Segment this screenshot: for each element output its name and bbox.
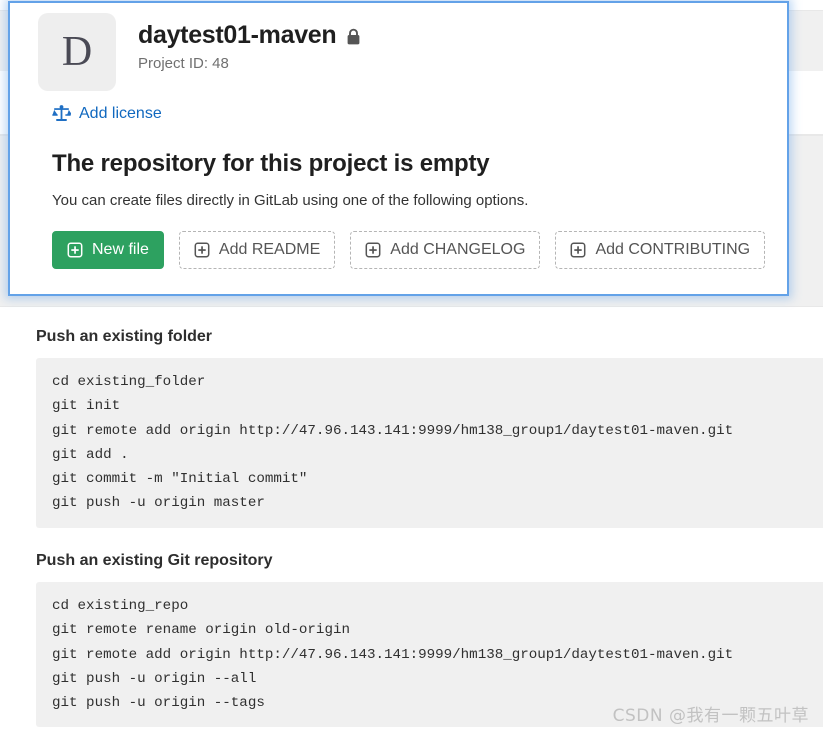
section-push-existing-folder: Push an existing folder cd existing_fold… — [0, 328, 823, 528]
page-title: daytest01-maven — [138, 21, 336, 50]
avatar: D — [38, 13, 116, 91]
add-changelog-button[interactable]: Add CHANGELOG — [350, 231, 540, 269]
empty-state-heading: The repository for this project is empty — [52, 150, 787, 178]
empty-repository-block: The repository for this project is empty… — [10, 123, 787, 269]
lock-icon — [346, 25, 361, 46]
empty-state-actions: New file Add README — [52, 231, 787, 269]
add-license-row[interactable]: Add license — [10, 91, 787, 123]
new-file-button-label: New file — [92, 241, 149, 259]
section-title: Push an existing folder — [36, 328, 823, 346]
add-license-link[interactable]: Add license — [79, 105, 162, 123]
plus-square-icon — [67, 242, 83, 258]
plus-square-icon — [365, 242, 381, 258]
balance-scale-icon — [52, 104, 71, 123]
plus-square-icon — [570, 242, 586, 258]
add-changelog-button-label: Add CHANGELOG — [390, 241, 525, 259]
project-header: D daytest01-maven Project ID: 48 — [10, 3, 787, 91]
empty-state-description: You can create files directly in GitLab … — [52, 192, 787, 209]
project-meta: daytest01-maven Project ID: 48 — [138, 13, 361, 72]
project-overview-panel: D daytest01-maven Project ID: 48 — [8, 1, 789, 296]
section-push-existing-git-repository: Push an existing Git repository cd exist… — [0, 552, 823, 727]
add-readme-button[interactable]: Add README — [179, 231, 335, 269]
code-block-push-existing-git-repository[interactable]: cd existing_repo git remote rename origi… — [36, 582, 823, 727]
add-contributing-button[interactable]: Add CONTRIBUTING — [555, 231, 765, 269]
code-block-push-existing-folder[interactable]: cd existing_folder git init git remote a… — [36, 358, 823, 528]
project-title-row: daytest01-maven — [138, 21, 361, 50]
plus-square-icon — [194, 242, 210, 258]
add-contributing-button-label: Add CONTRIBUTING — [595, 241, 750, 259]
section-title: Push an existing Git repository — [36, 552, 823, 570]
add-readme-button-label: Add README — [219, 241, 320, 259]
new-file-button[interactable]: New file — [52, 231, 164, 269]
project-id-label: Project ID: 48 — [138, 55, 361, 72]
